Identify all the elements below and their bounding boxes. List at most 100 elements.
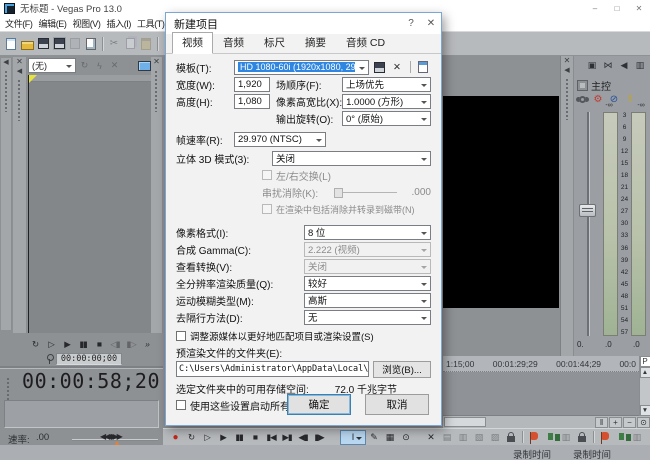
downmix-output-icon[interactable]: ⋈ [600, 58, 616, 72]
start-all-new-checkbox[interactable] [176, 400, 186, 410]
prerender-path-input[interactable]: C:\Users\Administrator\AppData\Local\Son… [176, 361, 369, 377]
template-combo[interactable]: HD 1080-60i (1920x1080, 29.970 fps) [234, 60, 369, 75]
panel-splitter[interactable] [0, 366, 163, 368]
go-to-end-button[interactable]: ▶▮ [279, 430, 295, 444]
scroll-up-button[interactable]: ▲ [640, 367, 650, 378]
splitter-handle[interactable]: ‖ [595, 417, 608, 428]
insert-bus-icon[interactable]: ▣ [584, 58, 600, 72]
go-to-start-button[interactable]: ▮◀ [263, 430, 279, 444]
dock-strip[interactable]: ✕ [151, 57, 163, 333]
trimmer-ruler[interactable] [29, 75, 151, 82]
lock-icon[interactable] [574, 430, 590, 445]
selection-tool-button[interactable]: ▦ [382, 430, 398, 445]
deinterlace-select[interactable]: 无 [304, 310, 431, 325]
pixel-format-select[interactable]: 8 位 [304, 225, 431, 240]
browse-button[interactable]: 浏览(B)... [373, 361, 431, 378]
new-project-icon[interactable] [3, 35, 19, 53]
menu-item[interactable]: 文件(F) [2, 17, 36, 30]
fader-track[interactable] [587, 112, 589, 336]
green-marker-icon[interactable] [613, 430, 629, 445]
play-icon[interactable]: ▶ [59, 337, 75, 351]
dock-strip[interactable]: ◀ [1, 58, 12, 330]
timeline-ruler[interactable]: 1:15;0000:01:29;2900:01:44;2900:0 [443, 356, 639, 372]
menu-item[interactable]: 编辑(E) [36, 17, 70, 30]
maximize-button[interactable]: □ [606, 1, 628, 16]
dialog-tab[interactable]: 视频 [172, 32, 213, 54]
stereo-3d-select[interactable]: 关闭 [272, 151, 431, 166]
trimmer-cursor-marker[interactable] [29, 75, 37, 83]
field-order-select[interactable]: 上场优先 [342, 77, 431, 92]
dialog-title-bar[interactable]: 新建项目 ? ✕ [166, 13, 441, 34]
red-marker-icon[interactable] [526, 430, 542, 445]
timeline-hscrollbar[interactable]: ‖+−⊙ [443, 416, 650, 428]
stop-button[interactable]: ■ [247, 430, 263, 444]
width-input[interactable]: 1,920 [234, 77, 270, 92]
save-project-icon[interactable] [35, 35, 51, 53]
match-media-settings-icon[interactable] [415, 60, 431, 75]
stop-icon[interactable]: ■ [91, 337, 107, 351]
play-from-start-button[interactable]: ▷ [199, 430, 215, 444]
overflow-icon[interactable]: » [139, 337, 155, 351]
preset-combo[interactable]: (无) [28, 58, 76, 73]
meter-options-icon[interactable]: ▥ [632, 58, 648, 72]
cursor-time-field[interactable]: 00:00:00;00 [56, 353, 122, 365]
delete-template-icon[interactable]: ✕ [389, 60, 405, 75]
dialog-tab[interactable]: 音频 [213, 32, 254, 54]
motion-blur-select[interactable]: 高斯 [304, 293, 431, 308]
pause-button[interactable]: ▮▮ [231, 430, 247, 444]
shuttle-control[interactable]: ◀◀◆▶▶ [100, 432, 121, 441]
big-timecode[interactable]: 00:00:58;20 [0, 369, 160, 393]
play-from-start-icon[interactable]: ▷ [43, 337, 59, 351]
dialog-tab[interactable]: 音频 CD [336, 32, 395, 54]
marker-bar-button[interactable]: P [640, 356, 650, 367]
green-marker-icon[interactable] [645, 430, 650, 445]
timeline-vscrollbar[interactable]: P ▲ ▼ [639, 356, 650, 416]
minimize-button[interactable]: – [584, 1, 606, 16]
open-project-icon[interactable] [19, 35, 35, 53]
help-button[interactable]: ? [401, 14, 421, 34]
green-marker-icon[interactable] [542, 430, 558, 445]
fader-handle[interactable] [579, 204, 596, 217]
play-button[interactable]: ▶ [215, 430, 231, 444]
close-dock-icon[interactable]: ✕ [16, 57, 23, 67]
swap-lr-checkbox[interactable] [262, 170, 272, 180]
pixel-aspect-select[interactable]: 1.0000 (方形) [342, 94, 431, 109]
delete-icon[interactable]: ✕ [423, 430, 439, 445]
loop-playback-button[interactable]: ↻ [183, 430, 199, 444]
dialog-tab[interactable]: 标尺 [254, 32, 295, 54]
scroll-down-button[interactable]: ▼ [640, 405, 650, 416]
dock-strip[interactable]: ✕ ◀ [13, 57, 27, 333]
menu-item[interactable]: 视图(V) [70, 17, 104, 30]
ok-button[interactable]: 确定 [287, 394, 351, 415]
dock-strip[interactable]: ✕ ◀ [561, 56, 574, 356]
render-quality-select[interactable]: 较好 [304, 276, 431, 291]
close-button[interactable]: ✕ [628, 1, 650, 16]
hscroll-thumb[interactable] [444, 417, 486, 427]
dialog-close-button[interactable]: ✕ [421, 14, 441, 34]
frame-rate-combo[interactable]: 29.970 (NTSC) [234, 132, 326, 147]
zoom-tool-button[interactable]: ⊙ [398, 430, 414, 445]
menu-item[interactable]: 工具(T) [134, 17, 168, 30]
zoom-out-time-button[interactable]: − [623, 417, 636, 428]
output-rotation-select[interactable]: 0° (原始) [342, 111, 431, 126]
close-dock-icon[interactable]: ✕ [564, 56, 571, 66]
menu-item[interactable]: 插入(I) [104, 17, 135, 30]
lock-icon[interactable] [503, 430, 519, 445]
envelope-tool-button[interactable]: ✎ [366, 430, 382, 445]
height-input[interactable]: 1,080 [234, 94, 270, 109]
save-as-icon[interactable] [51, 35, 67, 53]
dialog-tab[interactable]: 摘要 [295, 32, 336, 54]
collapse-chevron-icon[interactable]: ◀ [564, 66, 569, 75]
pause-icon[interactable]: ▮▮ [75, 337, 91, 351]
dim-output-icon[interactable]: ◀ [616, 58, 632, 72]
zoom-in-time-button[interactable]: + [609, 417, 622, 428]
next-frame-button[interactable]: ▮▶ [311, 430, 327, 444]
edit-tool-button[interactable]: I [340, 430, 366, 445]
trimmer-preview-area[interactable] [28, 75, 151, 333]
cancel-button[interactable]: 取消 [365, 394, 429, 415]
zoom-tool-icon[interactable]: ⊙ [637, 417, 650, 428]
prev-frame-button[interactable]: ◀▮ [295, 430, 311, 444]
loop-playback-icon[interactable]: ↻ [27, 337, 43, 351]
crosstalk-slider[interactable] [334, 192, 397, 193]
project-properties-icon[interactable] [83, 35, 99, 53]
